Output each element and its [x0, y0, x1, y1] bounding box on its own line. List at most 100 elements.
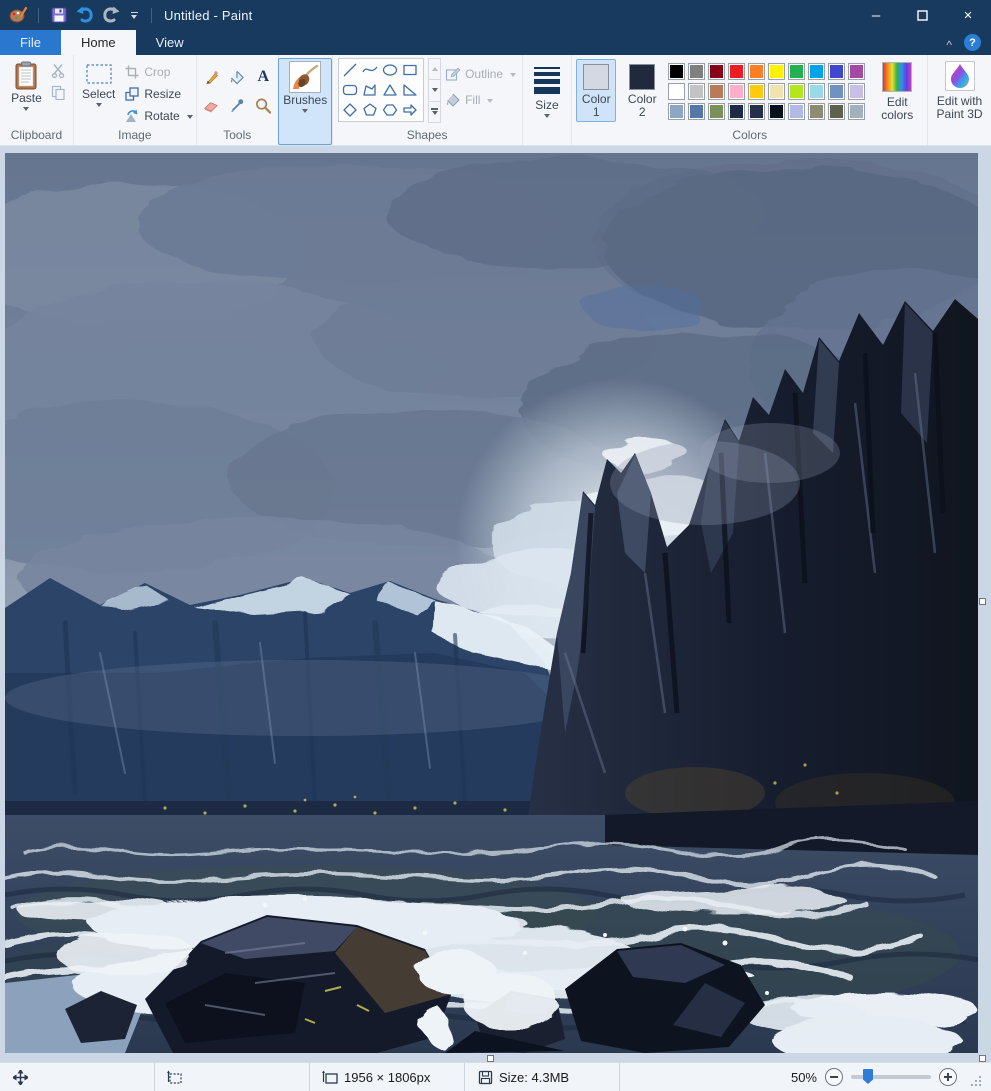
size-label: Size [535, 98, 559, 112]
palette-swatch[interactable] [728, 103, 746, 120]
paint3d-label: Edit with Paint 3D [936, 94, 983, 121]
shape-diamond[interactable] [340, 100, 360, 120]
tab-view[interactable]: View [136, 30, 204, 55]
shape-triangle[interactable] [380, 80, 400, 100]
resize-button[interactable]: Resize [124, 84, 192, 104]
magnifier-icon[interactable] [255, 97, 272, 114]
shapes-scroll-up[interactable] [428, 58, 442, 81]
palette-swatch[interactable] [728, 83, 746, 100]
palette-swatch[interactable] [828, 63, 846, 80]
palette-swatch[interactable] [848, 63, 866, 80]
zoom-slider-thumb[interactable] [863, 1069, 873, 1084]
palette-swatch[interactable] [788, 103, 806, 120]
shape-right-arrow[interactable] [400, 100, 420, 120]
palette-swatch[interactable] [708, 83, 726, 100]
palette-swatch[interactable] [708, 63, 726, 80]
shape-right-triangle[interactable] [400, 80, 420, 100]
zoom-out-button[interactable] [825, 1068, 843, 1086]
fill-icon [445, 92, 461, 108]
save-icon[interactable] [49, 4, 69, 26]
crop-button[interactable]: Crop [124, 62, 192, 82]
shape-line[interactable] [340, 60, 360, 80]
shape-rounded-rectangle[interactable] [340, 80, 360, 100]
palette-swatch[interactable] [808, 103, 826, 120]
tab-file[interactable]: File [0, 30, 61, 55]
palette-swatch[interactable] [688, 63, 706, 80]
image-dimensions: 1956 × 1806px [344, 1069, 431, 1085]
color-picker-icon[interactable] [229, 97, 245, 113]
canvas-resize-handle-corner[interactable] [979, 1055, 986, 1062]
rotate-icon [124, 108, 140, 124]
edit-colors-button[interactable]: Edit colors [871, 59, 923, 122]
shape-polygon[interactable] [360, 80, 380, 100]
palette-swatch[interactable] [748, 103, 766, 120]
outline-button[interactable]: Outline [445, 64, 517, 84]
palette-swatch[interactable] [748, 63, 766, 80]
customize-qat-icon[interactable] [127, 11, 141, 19]
group-image: Select Crop Resize Rotate Image [74, 55, 197, 145]
palette-swatch[interactable] [668, 63, 686, 80]
palette-swatch[interactable] [848, 103, 866, 120]
canvas-resize-handle-right[interactable] [979, 598, 986, 605]
palette-swatch[interactable] [788, 63, 806, 80]
palette-swatch[interactable] [768, 63, 786, 80]
file-size-icon [477, 1069, 493, 1085]
tab-home[interactable]: Home [60, 30, 136, 55]
palette-swatch[interactable] [828, 103, 846, 120]
shape-oval[interactable] [380, 60, 400, 80]
text-tool-icon[interactable]: A [257, 68, 269, 86]
palette-swatch[interactable] [748, 83, 766, 100]
palette-swatch[interactable] [768, 83, 786, 100]
zoom-in-button[interactable] [939, 1068, 957, 1086]
palette-swatch[interactable] [808, 63, 826, 80]
fill-with-color-icon[interactable] [229, 69, 245, 85]
color1-button[interactable]: Color 1 [576, 59, 617, 122]
minimize-button[interactable]: – [853, 0, 899, 30]
shape-hexagon[interactable] [380, 100, 400, 120]
palette-swatch[interactable] [668, 103, 686, 120]
file-size-text: Size: 4.3MB [499, 1069, 570, 1085]
palette-swatch[interactable] [668, 83, 686, 100]
shapes-more-button[interactable] [428, 100, 442, 123]
collapse-ribbon-icon[interactable]: ^ [946, 39, 952, 51]
palette-swatch[interactable] [728, 63, 746, 80]
paint3d-icon [944, 61, 975, 91]
tools-group-label: Tools [223, 128, 252, 142]
fill-button[interactable]: Fill [445, 90, 516, 110]
color2-button[interactable]: Color 2 [622, 59, 662, 122]
size-icon [533, 61, 560, 98]
palette-swatch[interactable] [688, 83, 706, 100]
palette-swatch[interactable] [688, 103, 706, 120]
palette-swatch[interactable] [768, 103, 786, 120]
palette-swatch[interactable] [788, 83, 806, 100]
canvas[interactable] [5, 153, 978, 1053]
eraser-icon[interactable] [203, 97, 219, 113]
copy-icon[interactable] [51, 84, 67, 100]
cut-icon[interactable] [51, 62, 67, 78]
palette-swatch[interactable] [848, 83, 866, 100]
close-button[interactable]: × [945, 0, 991, 30]
palette-swatch[interactable] [828, 83, 846, 100]
fill-label: Fill [465, 93, 481, 107]
shape-curve[interactable] [360, 60, 380, 80]
size-button[interactable]: Size [529, 58, 565, 145]
redo-icon[interactable] [101, 4, 121, 26]
maximize-button[interactable] [899, 0, 945, 30]
brushes-button[interactable]: Brushes [278, 58, 333, 145]
pencil-icon[interactable] [203, 69, 219, 85]
ribbon-tabs: File Home View ^ ? [0, 30, 991, 55]
shapes-scroll-down[interactable] [428, 79, 442, 102]
canvas-resize-handle-bottom[interactable] [487, 1055, 494, 1062]
rotate-button[interactable]: Rotate [124, 106, 193, 126]
undo-icon[interactable] [75, 4, 95, 26]
palette-swatch[interactable] [808, 83, 826, 100]
palette-swatch[interactable] [708, 103, 726, 120]
shape-pentagon[interactable] [360, 100, 380, 120]
shape-rectangle[interactable] [400, 60, 420, 80]
zoom-slider[interactable] [851, 1069, 931, 1084]
edit-with-paint3d-button[interactable]: Edit with Paint 3D [930, 58, 990, 145]
help-icon[interactable]: ? [964, 34, 981, 51]
selection-size-icon [167, 1069, 183, 1085]
cursor-position-icon [12, 1069, 28, 1085]
window-resize-grip[interactable] [969, 1074, 983, 1088]
